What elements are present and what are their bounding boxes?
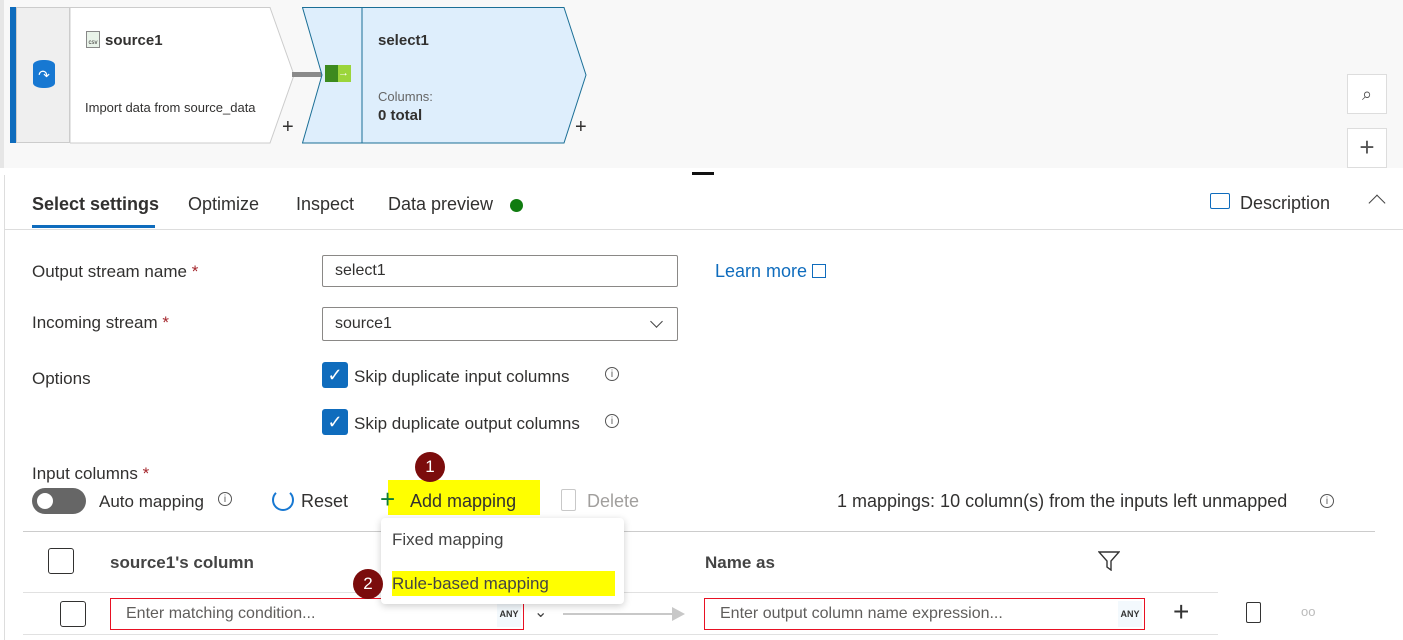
zoom-in-button[interactable]: + (1347, 128, 1387, 168)
plus-icon: + (380, 484, 396, 514)
incoming-stream-label: Incoming stream * (32, 313, 170, 332)
resize-handle[interactable] (692, 172, 714, 175)
status-dot (510, 199, 523, 212)
auto-mapping-label: Auto mapping (99, 492, 204, 511)
divider (23, 531, 1375, 532)
database-icon: ↷ (33, 60, 55, 88)
add-mapping-menu: Fixed mapping Rule-based mapping (381, 518, 624, 604)
skip-output-checkbox[interactable]: ✓ (322, 409, 348, 435)
columns-value: 0 total (378, 107, 423, 124)
panel-border (4, 175, 5, 640)
glasses-icon[interactable]: oo (1301, 604, 1315, 619)
mapping-summary: 1 mappings: 10 column(s) from the inputs… (837, 491, 1288, 511)
external-link-icon (812, 264, 827, 278)
step-badge-2: 2 (353, 569, 383, 599)
collapse-chevron-icon[interactable] (1368, 194, 1386, 212)
select-node-title: select1 (378, 32, 429, 49)
arrow-line (563, 613, 673, 615)
input-columns-label: Input columns * (32, 464, 150, 483)
arrow-right-icon (672, 607, 685, 621)
tab-data-preview[interactable]: Data preview (388, 194, 493, 215)
info-icon[interactable]: i (1320, 494, 1334, 508)
source-node-description: Import data from source_data (85, 100, 256, 115)
expand-chevron-icon[interactable]: ⌄ (534, 602, 547, 622)
tab-inspect[interactable]: Inspect (296, 194, 354, 215)
delete-row-icon[interactable] (1246, 602, 1261, 623)
auto-mapping-toggle[interactable] (32, 488, 86, 514)
select-transform-icon: → (325, 65, 351, 82)
menu-item-rule-based-mapping[interactable]: Rule-based mapping (392, 574, 549, 594)
step-badge-1: 1 (415, 452, 445, 482)
options-label: Options (32, 369, 91, 388)
tab-optimize[interactable]: Optimize (188, 194, 259, 215)
name-as-header: Name as (705, 553, 775, 572)
info-icon[interactable]: i (605, 367, 619, 381)
select-all-checkbox[interactable] (48, 548, 74, 574)
tabs-divider (5, 229, 1403, 230)
skip-input-checkbox[interactable]: ✓ (322, 362, 348, 388)
skip-input-label: Skip duplicate input columns (354, 367, 570, 386)
output-stream-label: Output stream name * (32, 262, 199, 281)
source-add-button[interactable]: + (282, 116, 294, 139)
active-tab-indicator (32, 225, 155, 228)
skip-output-label: Skip duplicate output columns (354, 414, 580, 433)
source-node-title: source1 (105, 32, 163, 49)
add-row-button[interactable]: + (1173, 596, 1189, 628)
learn-more-link[interactable]: Learn more (715, 261, 827, 282)
row-divider (23, 634, 1218, 635)
reset-button[interactable]: Reset (301, 491, 348, 512)
filter-icon[interactable] (1098, 551, 1120, 571)
incoming-stream-select[interactable]: source1 (322, 307, 678, 341)
output-name-input[interactable]: Enter output column name expression... AN… (704, 598, 1145, 630)
source-column-header: source1's column (110, 553, 254, 572)
csv-file-icon: csv (86, 31, 100, 48)
delete-button[interactable]: Delete (587, 491, 639, 512)
source-node[interactable] (70, 7, 295, 144)
incoming-stream-value: source1 (335, 315, 392, 332)
trash-icon (561, 489, 576, 511)
chevron-down-icon (650, 315, 663, 328)
add-mapping-button[interactable]: Add mapping (410, 491, 516, 512)
any-type-badge: ANY (1118, 601, 1142, 627)
search-icon[interactable]: ⌕ (1347, 74, 1387, 114)
tab-select-settings[interactable]: Select settings (32, 194, 159, 215)
source-icon-panel[interactable]: ↷ (16, 7, 70, 143)
comment-icon (1210, 193, 1230, 209)
output-stream-input[interactable]: select1 (322, 255, 678, 287)
select-add-button[interactable]: + (575, 116, 587, 139)
any-type-badge: ANY (497, 601, 521, 627)
row-checkbox[interactable] (60, 601, 86, 627)
menu-item-fixed-mapping[interactable]: Fixed mapping (392, 530, 504, 550)
description-button[interactable]: Description (1240, 193, 1330, 214)
info-icon[interactable]: i (605, 414, 619, 428)
reset-icon (272, 489, 294, 511)
info-icon[interactable]: i (218, 492, 232, 506)
columns-label: Columns: (378, 89, 433, 104)
